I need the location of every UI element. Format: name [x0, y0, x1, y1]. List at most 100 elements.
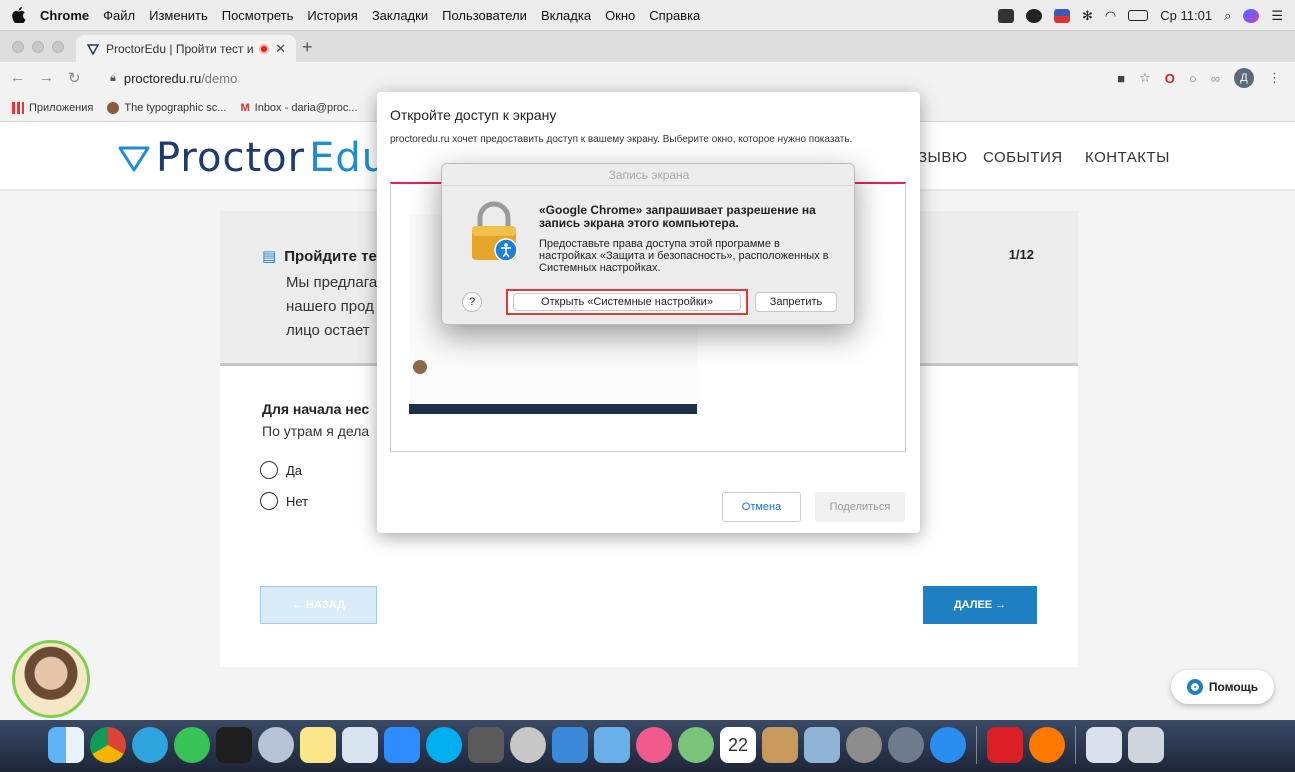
appstore-icon[interactable] — [930, 727, 966, 763]
menu-tab[interactable]: Вкладка — [541, 8, 591, 23]
lock-accessibility-icon — [472, 201, 518, 262]
option-yes[interactable]: Да — [260, 461, 302, 479]
screen-record-icon[interactable] — [1026, 8, 1043, 23]
no-entry-icon[interactable] — [510, 727, 546, 763]
notes-icon[interactable] — [300, 727, 336, 763]
trash-icon[interactable] — [1128, 727, 1164, 763]
menu-history[interactable]: История — [307, 8, 357, 23]
deny-button[interactable]: Запретить — [755, 292, 837, 312]
menu-bookmarks[interactable]: Закладки — [372, 8, 428, 23]
forward-arrow-icon[interactable]: → — [39, 69, 54, 87]
siri-icon[interactable] — [1243, 8, 1260, 23]
next-button[interactable]: ДАЛЕЕ → — [923, 586, 1037, 624]
radio-button[interactable] — [260, 461, 278, 479]
option-no[interactable]: Нет — [260, 492, 308, 510]
cancel-button[interactable]: Отмена — [722, 492, 801, 522]
back-button[interactable]: ← НАЗАД — [260, 586, 377, 624]
menu-view[interactable]: Посмотреть — [222, 8, 294, 23]
bookmark-typographic[interactable]: The typographic sc... — [107, 101, 226, 114]
menu-app-name[interactable]: Chrome — [40, 8, 89, 23]
figma-icon[interactable] — [216, 727, 252, 763]
browser-tab-bar: ProctorEdu | Пройти тест и ✕ + — [0, 31, 1295, 62]
skype-icon[interactable] — [426, 727, 462, 763]
nav-reviews[interactable]: ЗЫВЮ — [918, 149, 968, 166]
menu-users[interactable]: Пользователи — [442, 8, 527, 23]
extension-link-icon[interactable]: ∞ — [1211, 71, 1220, 86]
toolbar-extensions: ■ ☆ O ○ ∞ Д ⋮ — [1117, 68, 1281, 88]
zoom-window-button[interactable] — [52, 41, 64, 53]
menu-help[interactable]: Справка — [649, 8, 700, 23]
safari-icon[interactable] — [678, 727, 714, 763]
notification-center-icon[interactable]: ☰ — [1271, 8, 1283, 24]
site-logo[interactable]: Proctor Edu — [116, 135, 388, 181]
recording-icon — [259, 43, 270, 54]
address-field[interactable]: 🔒︎ proctoredu.ru/demo — [110, 71, 237, 86]
help-question-button[interactable]: ? — [462, 292, 482, 312]
photos-icon[interactable] — [804, 727, 840, 763]
opera-icon[interactable]: O — [1165, 71, 1175, 86]
finder-icon[interactable] — [48, 727, 84, 763]
address-bar-row: ← → ↻ 🔒︎ proctoredu.ru/demo ■ ☆ O ○ ∞ Д … — [0, 62, 1295, 94]
contacts-icon[interactable] — [762, 727, 798, 763]
calculator-icon[interactable] — [468, 727, 504, 763]
star-icon[interactable]: ☆ — [1139, 70, 1151, 86]
telegram-icon[interactable] — [132, 727, 168, 763]
thumbnail-dock — [409, 404, 697, 414]
flag-icon[interactable] — [1054, 8, 1071, 23]
spotlight-icon[interactable]: ⌕ — [1224, 8, 1231, 24]
bookmark-label: Inbox - daria@proc... — [254, 101, 358, 114]
option-label: Да — [286, 462, 303, 478]
zoom-icon[interactable] — [384, 727, 420, 763]
bookmark-apps[interactable]: Приложения — [12, 101, 93, 114]
battery-icon[interactable] — [1128, 10, 1149, 21]
url-host: proctoredu.ru — [123, 70, 202, 86]
alert-body: Предоставьте права доступа этой программ… — [539, 238, 829, 274]
open-system-settings-button[interactable]: Открыть «Системные настройки» — [513, 293, 741, 311]
close-window-button[interactable] — [12, 41, 24, 53]
bookmark-inbox[interactable]: M Inbox - daria@proc... — [240, 102, 357, 114]
extension-circle-icon[interactable]: ○ — [1189, 71, 1197, 86]
radio-button[interactable] — [260, 492, 278, 510]
profile-avatar[interactable]: Д — [1234, 68, 1254, 88]
new-tab-button[interactable]: + — [302, 37, 313, 58]
close-tab-icon[interactable]: ✕ — [275, 41, 286, 57]
chrome-icon[interactable] — [90, 727, 126, 763]
keyboard-layout-icon[interactable] — [998, 8, 1015, 23]
whatsapp-icon[interactable] — [174, 727, 210, 763]
preview-icon[interactable] — [342, 727, 378, 763]
active-tab[interactable]: ProctorEdu | Пройти тест и ✕ — [76, 35, 296, 62]
lock-icon[interactable]: 🔒︎ — [110, 72, 116, 85]
webcam-preview[interactable] — [12, 640, 90, 718]
wifi-icon[interactable]: ◠ — [1105, 8, 1116, 24]
test-title: ▤ Пройдите те — [262, 247, 377, 266]
reload-icon[interactable]: ↻ — [68, 69, 81, 87]
preferences-icon[interactable] — [846, 727, 882, 763]
nav-events[interactable]: СОБЫТИЯ — [983, 149, 1063, 166]
help-button[interactable]: Помощь — [1171, 670, 1274, 704]
bluetooth-icon[interactable]: ✻ — [1082, 8, 1093, 24]
menu-file[interactable]: Файл — [103, 8, 135, 23]
menu-edit[interactable]: Изменить — [149, 8, 208, 23]
menu-window[interactable]: Окно — [605, 8, 635, 23]
keynote-icon[interactable] — [552, 727, 588, 763]
creative-cloud-icon[interactable] — [987, 727, 1023, 763]
clock[interactable]: Ср 11:01 — [1160, 8, 1212, 23]
no-entry-icon[interactable] — [258, 727, 294, 763]
back-arrow-icon[interactable]: ← — [10, 69, 25, 87]
chat-bubble-icon — [1186, 679, 1203, 695]
avast-icon[interactable] — [1029, 727, 1065, 763]
launchpad-icon[interactable] — [888, 727, 924, 763]
tab-title: ProctorEdu | Пройти тест и — [106, 41, 254, 56]
calendar-icon[interactable]: 22 — [720, 727, 756, 763]
window-controls — [12, 41, 64, 53]
mail-icon[interactable] — [594, 727, 630, 763]
apple-icon[interactable] — [12, 7, 26, 23]
camera-icon[interactable]: ■ — [1117, 71, 1125, 86]
documents-icon[interactable] — [1086, 727, 1122, 763]
alert-heading: «Google Chrome» запрашивает разрешение н… — [539, 203, 816, 230]
nav-contacts[interactable]: КОНТАКТЫ — [1085, 149, 1170, 166]
share-button[interactable]: Поделиться — [815, 492, 905, 522]
menu-dots-icon[interactable]: ⋮ — [1268, 70, 1281, 86]
minimize-window-button[interactable] — [32, 41, 44, 53]
music-icon[interactable] — [636, 727, 672, 763]
